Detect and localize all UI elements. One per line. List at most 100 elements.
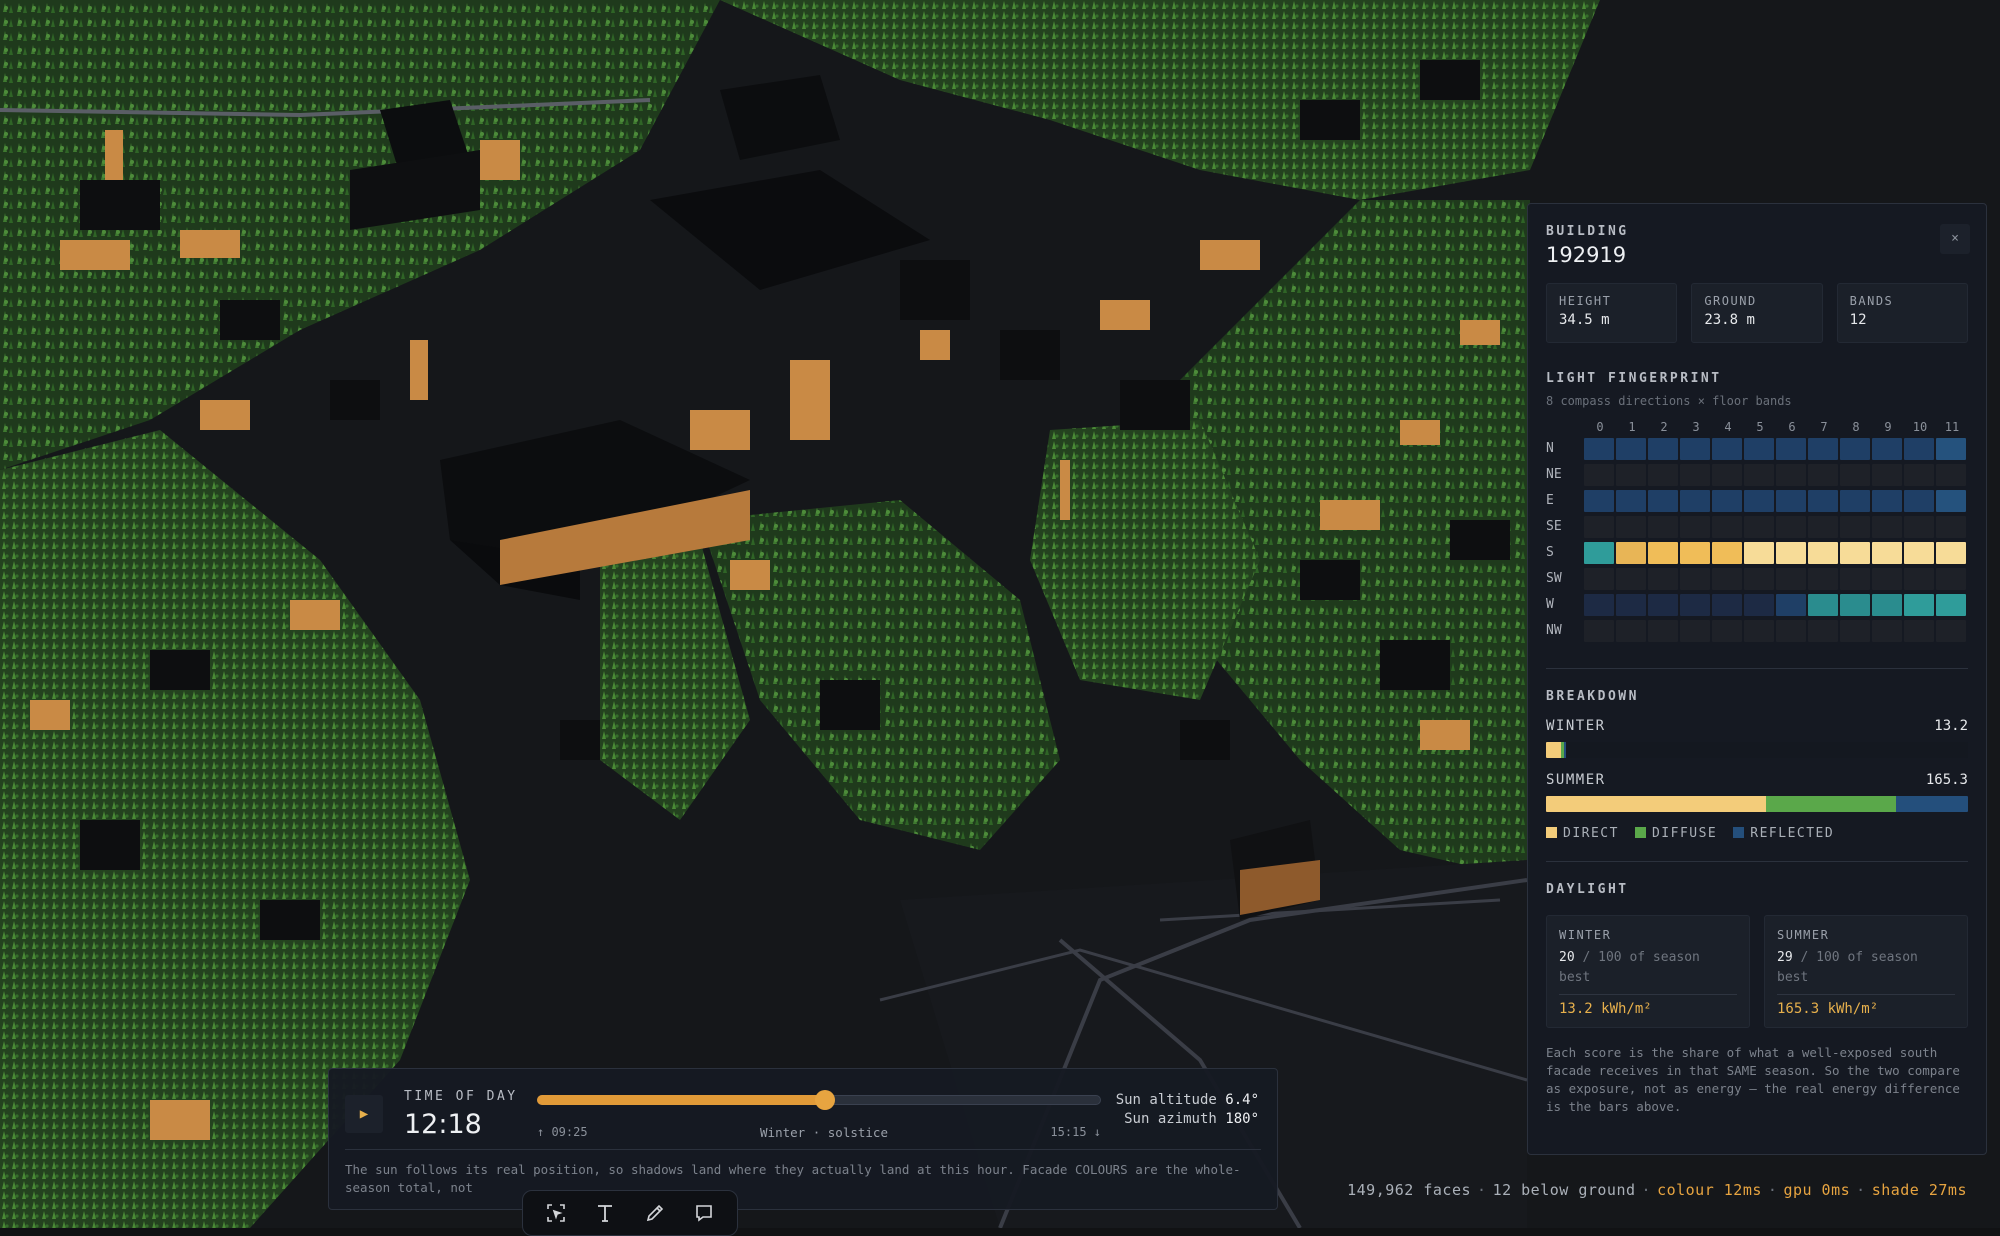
heatmap-cell[interactable] [1616,567,1646,590]
heatmap-cell[interactable] [1744,489,1774,512]
heatmap-cell[interactable] [1872,463,1902,486]
heatmap-cell[interactable] [1808,489,1838,512]
heatmap-cell[interactable] [1744,567,1774,590]
heatmap-cell[interactable] [1872,541,1902,564]
heatmap-cell[interactable] [1936,515,1966,538]
comment-icon[interactable] [687,1196,721,1230]
heatmap-cell[interactable] [1584,515,1614,538]
heatmap-cell[interactable] [1808,619,1838,642]
pen-icon[interactable] [638,1196,672,1230]
heatmap-cell[interactable] [1744,619,1774,642]
heatmap-cell[interactable] [1808,541,1838,564]
select-icon[interactable] [539,1196,573,1230]
heatmap-cell[interactable] [1648,593,1678,616]
heatmap-cell[interactable] [1584,463,1614,486]
heatmap-cell[interactable] [1744,541,1774,564]
heatmap-cell[interactable] [1744,437,1774,460]
heatmap-cell[interactable] [1712,489,1742,512]
heatmap-cell[interactable] [1712,567,1742,590]
heatmap-cell[interactable] [1840,489,1870,512]
heatmap-cell[interactable] [1616,541,1646,564]
heatmap-cell[interactable] [1936,619,1966,642]
heatmap-cell[interactable] [1840,463,1870,486]
heatmap-cell[interactable] [1712,437,1742,460]
heatmap-cell[interactable] [1872,567,1902,590]
heatmap-cell[interactable] [1616,515,1646,538]
heatmap-cell[interactable] [1904,489,1934,512]
heatmap-cell[interactable] [1712,593,1742,616]
heatmap-cell[interactable] [1872,593,1902,616]
heatmap-cell[interactable] [1808,463,1838,486]
heatmap-cell[interactable] [1584,593,1614,616]
heatmap-cell[interactable] [1904,619,1934,642]
heatmap-cell[interactable] [1712,619,1742,642]
heatmap-cell[interactable] [1616,619,1646,642]
heatmap-cell[interactable] [1712,515,1742,538]
heatmap-cell[interactable] [1584,619,1614,642]
heatmap-cell[interactable] [1872,619,1902,642]
time-slider[interactable] [537,1090,1101,1110]
heatmap-cell[interactable] [1712,463,1742,486]
heatmap-cell[interactable] [1648,567,1678,590]
heatmap-cell[interactable] [1872,489,1902,512]
heatmap-cell[interactable] [1680,515,1710,538]
heatmap-cell[interactable] [1840,437,1870,460]
heatmap-cell[interactable] [1936,567,1966,590]
heatmap-cell[interactable] [1712,541,1742,564]
heatmap-cell[interactable] [1584,567,1614,590]
heatmap-cell[interactable] [1648,541,1678,564]
heatmap-cell[interactable] [1904,567,1934,590]
heatmap-cell[interactable] [1936,541,1966,564]
heatmap-cell[interactable] [1648,463,1678,486]
heatmap-cell[interactable] [1648,619,1678,642]
heatmap-cell[interactable] [1840,593,1870,616]
heatmap-cell[interactable] [1680,619,1710,642]
heatmap-cell[interactable] [1808,567,1838,590]
heatmap-cell[interactable] [1872,437,1902,460]
heatmap-cell[interactable] [1744,463,1774,486]
heatmap-cell[interactable] [1808,515,1838,538]
heatmap-cell[interactable] [1904,437,1934,460]
heatmap-cell[interactable] [1584,437,1614,460]
heatmap-cell[interactable] [1584,541,1614,564]
heatmap-cell[interactable] [1776,515,1806,538]
heatmap-cell[interactable] [1680,593,1710,616]
heatmap-cell[interactable] [1776,567,1806,590]
heatmap-cell[interactable] [1872,515,1902,538]
heatmap-cell[interactable] [1936,463,1966,486]
heatmap-cell[interactable] [1776,463,1806,486]
heatmap-cell[interactable] [1648,489,1678,512]
heatmap-cell[interactable] [1648,437,1678,460]
heatmap-cell[interactable] [1616,489,1646,512]
heatmap-cell[interactable] [1776,619,1806,642]
heatmap-cell[interactable] [1776,541,1806,564]
heatmap-cell[interactable] [1616,463,1646,486]
heatmap-cell[interactable] [1680,489,1710,512]
heatmap-cell[interactable] [1680,541,1710,564]
heatmap-cell[interactable] [1776,489,1806,512]
heatmap-cell[interactable] [1936,437,1966,460]
heatmap-cell[interactable] [1904,541,1934,564]
heatmap-cell[interactable] [1904,593,1934,616]
heatmap-cell[interactable] [1584,489,1614,512]
heatmap-cell[interactable] [1808,593,1838,616]
heatmap-cell[interactable] [1744,593,1774,616]
text-icon[interactable] [588,1196,622,1230]
heatmap-cell[interactable] [1744,515,1774,538]
heatmap-cell[interactable] [1680,437,1710,460]
heatmap-cell[interactable] [1840,541,1870,564]
heatmap-cell[interactable] [1680,463,1710,486]
heatmap-cell[interactable] [1936,593,1966,616]
heatmap-cell[interactable] [1680,567,1710,590]
heatmap-cell[interactable] [1776,593,1806,616]
heatmap-cell[interactable] [1808,437,1838,460]
slider-thumb[interactable] [814,1090,835,1110]
heatmap-cell[interactable] [1904,463,1934,486]
play-button[interactable]: ▶ [345,1095,383,1133]
close-button[interactable]: × [1940,224,1970,254]
heatmap-cell[interactable] [1776,437,1806,460]
heatmap-cell[interactable] [1616,437,1646,460]
heatmap-cell[interactable] [1616,593,1646,616]
heatmap-cell[interactable] [1840,619,1870,642]
heatmap-cell[interactable] [1648,515,1678,538]
